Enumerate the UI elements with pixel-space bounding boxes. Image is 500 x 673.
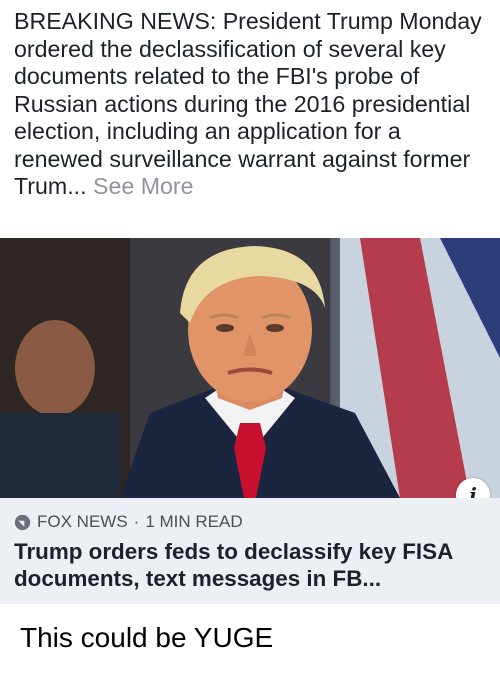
- portrait-illustration: [0, 238, 500, 498]
- caption-text: This could be YUGE: [20, 622, 274, 653]
- read-time: 1 MIN READ: [145, 512, 243, 531]
- source-row: FOX NEWS · 1 MIN READ: [14, 512, 488, 532]
- source-separator: ·: [133, 512, 140, 531]
- source-name: FOX NEWS: [37, 512, 128, 531]
- article-photo[interactable]: i: [0, 238, 500, 498]
- source-logo-icon: [14, 514, 31, 530]
- see-more-link[interactable]: See More: [93, 173, 194, 199]
- card-caption[interactable]: FOX NEWS · 1 MIN READ Trump orders feds …: [0, 498, 500, 604]
- article-headline[interactable]: Trump orders feds to declassify key FISA…: [14, 538, 488, 592]
- post-text: BREAKING NEWS: President Trump Monday or…: [14, 8, 490, 201]
- post-body: BREAKING NEWS: President Trump Monday or…: [14, 8, 482, 199]
- link-preview-card[interactable]: i FOX NEWS · 1 MIN READ Trump orders fed…: [0, 238, 500, 604]
